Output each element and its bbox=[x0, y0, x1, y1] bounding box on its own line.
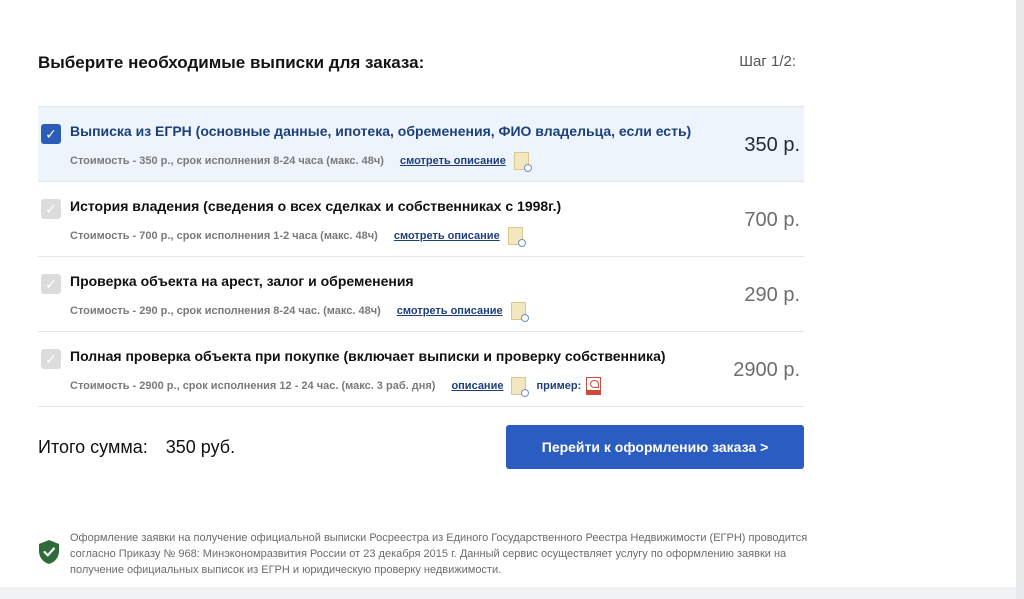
document-search-icon[interactable] bbox=[511, 377, 530, 397]
total-label: Итого сумма: bbox=[38, 437, 148, 457]
option-price: 2900 р. bbox=[733, 359, 800, 381]
option-cost-text: Стоимость - 700 р., срок исполнения 1-2 … bbox=[70, 230, 378, 242]
option-cost-text: Стоимость - 290 р., срок исполнения 8-24… bbox=[70, 305, 381, 317]
order-total: Итого сумма: 350 руб. bbox=[38, 437, 235, 458]
option-meta: Стоимость - 2900 р., срок исполнения 12 … bbox=[70, 377, 602, 397]
order-panel: Выберите необходимые выписки для заказа:… bbox=[0, 0, 1016, 587]
option-meta: Стоимость - 290 р., срок исполнения 8-24… bbox=[70, 302, 529, 322]
check-icon: ✓ bbox=[45, 351, 57, 367]
step-indicator: Шаг 1/2: bbox=[739, 53, 796, 70]
extract-option-history[interactable]: ✓ История владения (сведения о всех сдел… bbox=[38, 182, 804, 257]
option-checkbox[interactable]: ✓ bbox=[41, 274, 61, 294]
description-link[interactable]: смотреть описание bbox=[394, 230, 500, 242]
extract-option-full-check[interactable]: ✓ Полная проверка объекта при покупке (в… bbox=[38, 332, 804, 407]
check-icon: ✓ bbox=[45, 276, 57, 292]
shield-check-icon bbox=[39, 540, 59, 564]
page-title: Выберите необходимые выписки для заказа: bbox=[38, 53, 425, 72]
option-cost-text: Стоимость - 2900 р., срок исполнения 12 … bbox=[70, 380, 436, 392]
option-title: Выписка из ЕГРН (основные данные, ипотек… bbox=[70, 123, 692, 139]
document-search-icon[interactable] bbox=[513, 152, 532, 172]
page-scrollbar[interactable] bbox=[1016, 0, 1024, 599]
option-price: 290 р. bbox=[744, 284, 800, 306]
option-title: Проверка объекта на арест, залог и обрем… bbox=[70, 273, 414, 289]
option-checkbox[interactable]: ✓ bbox=[41, 199, 61, 219]
option-price: 350 р. bbox=[744, 134, 800, 156]
option-checkbox[interactable]: ✓ bbox=[41, 124, 61, 144]
check-icon: ✓ bbox=[45, 126, 57, 142]
extract-option-arrest-check[interactable]: ✓ Проверка объекта на арест, залог и обр… bbox=[38, 257, 804, 332]
document-search-icon[interactable] bbox=[507, 227, 526, 247]
extract-option-egrn[interactable]: ✓ Выписка из ЕГРН (основные данные, ипот… bbox=[38, 107, 804, 182]
option-title: Полная проверка объекта при покупке (вкл… bbox=[70, 348, 666, 364]
pdf-icon[interactable] bbox=[586, 377, 602, 395]
check-icon: ✓ bbox=[45, 201, 57, 217]
extract-list: ✓ Выписка из ЕГРН (основные данные, ипот… bbox=[38, 106, 804, 407]
description-link[interactable]: смотреть описание bbox=[400, 155, 506, 167]
total-amount: 350 руб. bbox=[165, 437, 236, 457]
example-label: пример: bbox=[536, 380, 582, 392]
legal-notice: Оформление заявки на получение официальн… bbox=[38, 530, 818, 578]
proceed-to-checkout-button[interactable]: Перейти к оформлению заказа > bbox=[506, 425, 804, 469]
option-meta: Стоимость - 700 р., срок исполнения 1-2 … bbox=[70, 227, 526, 247]
notice-text: Оформление заявки на получение официальн… bbox=[70, 532, 808, 576]
option-meta: Стоимость - 350 р., срок исполнения 8-24… bbox=[70, 152, 532, 172]
document-search-icon[interactable] bbox=[510, 302, 529, 322]
description-link[interactable]: описание bbox=[451, 380, 503, 392]
option-cost-text: Стоимость - 350 р., срок исполнения 8-24… bbox=[70, 155, 384, 167]
option-title: История владения (сведения о всех сделка… bbox=[70, 198, 562, 214]
description-link[interactable]: смотреть описание bbox=[397, 305, 503, 317]
option-price: 700 р. bbox=[744, 209, 800, 231]
option-checkbox[interactable]: ✓ bbox=[41, 349, 61, 369]
